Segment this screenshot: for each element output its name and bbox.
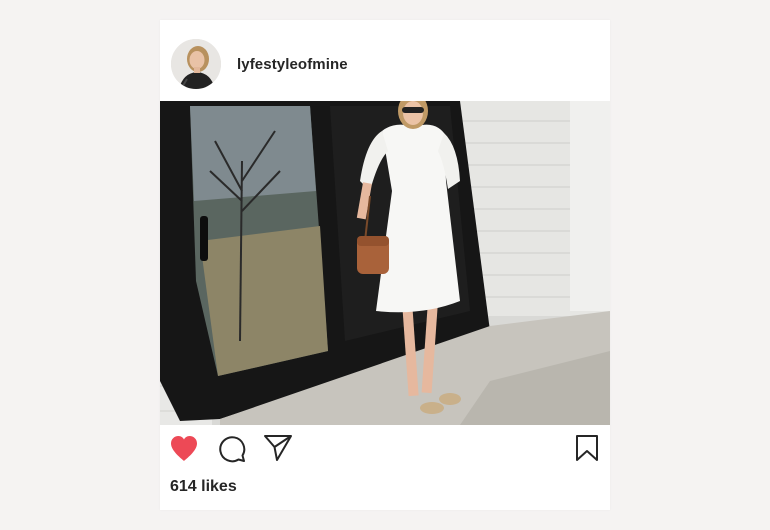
bookmark-icon[interactable] bbox=[575, 434, 599, 467]
avatar[interactable] bbox=[171, 39, 221, 89]
username[interactable]: lyfestyleofmine bbox=[237, 56, 348, 73]
comment-icon[interactable] bbox=[217, 434, 246, 468]
action-bar bbox=[160, 425, 610, 475]
paper-plane-icon[interactable] bbox=[263, 434, 293, 467]
post-card: lyfestyleofmine 614 likes bbox=[160, 20, 610, 510]
likes-count[interactable]: 614 likes bbox=[170, 478, 237, 496]
heart-icon[interactable] bbox=[169, 435, 199, 467]
post-photo[interactable] bbox=[160, 101, 610, 425]
post-header: lyfestyleofmine bbox=[160, 20, 610, 101]
